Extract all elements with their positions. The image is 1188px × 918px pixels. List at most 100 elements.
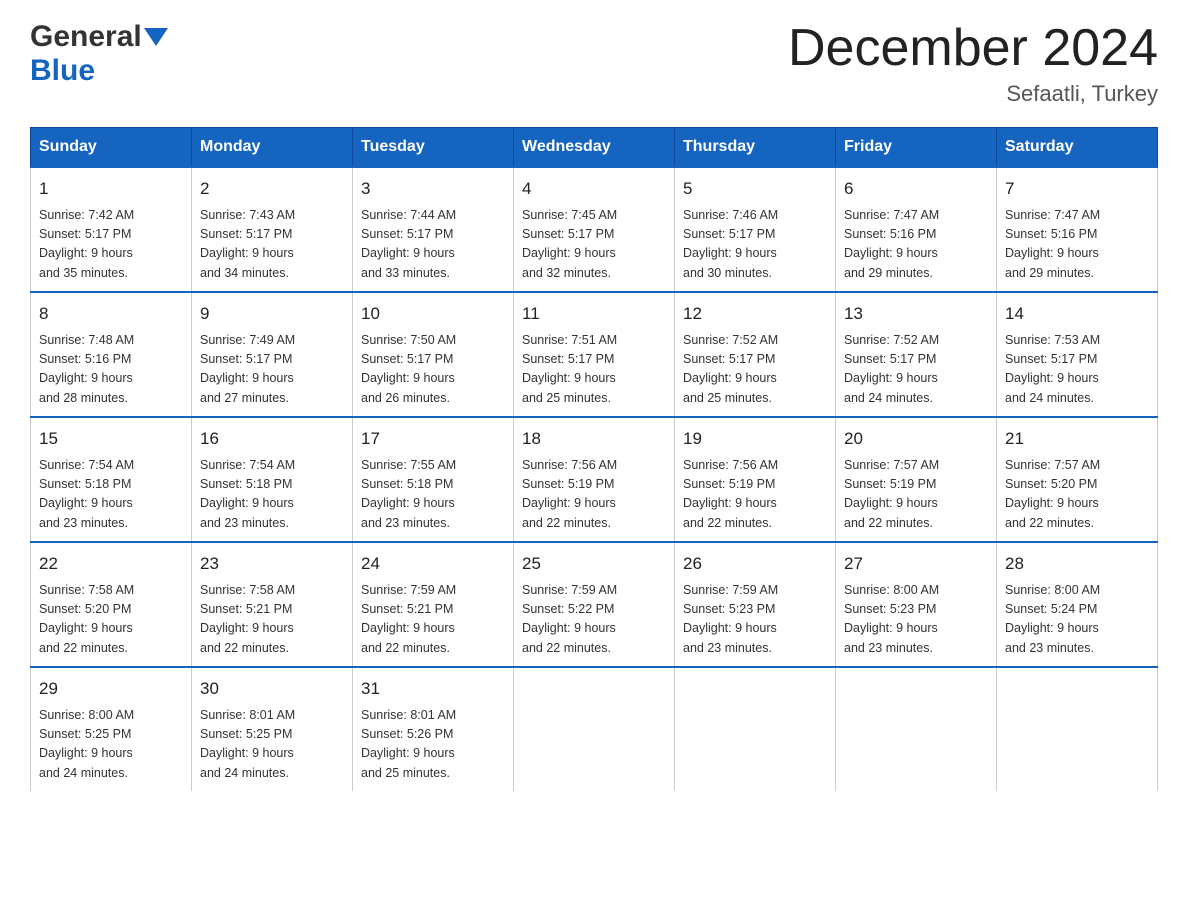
location-subtitle: Sefaatli, Turkey: [788, 81, 1158, 107]
calendar-cell: 22 Sunrise: 7:58 AM Sunset: 5:20 PM Dayl…: [31, 542, 192, 667]
day-header-tuesday: Tuesday: [353, 128, 514, 168]
calendar-cell: 16 Sunrise: 7:54 AM Sunset: 5:18 PM Dayl…: [192, 417, 353, 542]
calendar-cell: 20 Sunrise: 7:57 AM Sunset: 5:19 PM Dayl…: [836, 417, 997, 542]
day-info: Sunrise: 7:57 AM Sunset: 5:19 PM Dayligh…: [844, 456, 988, 534]
day-number: 24: [361, 551, 505, 577]
day-info: Sunrise: 7:57 AM Sunset: 5:20 PM Dayligh…: [1005, 456, 1149, 534]
day-info: Sunrise: 7:58 AM Sunset: 5:20 PM Dayligh…: [39, 581, 183, 659]
day-info: Sunrise: 7:47 AM Sunset: 5:16 PM Dayligh…: [844, 206, 988, 284]
day-number: 4: [522, 176, 666, 202]
day-info: Sunrise: 8:01 AM Sunset: 5:25 PM Dayligh…: [200, 706, 344, 784]
calendar-cell: 2 Sunrise: 7:43 AM Sunset: 5:17 PM Dayli…: [192, 167, 353, 292]
day-number: 15: [39, 426, 183, 452]
day-info: Sunrise: 7:56 AM Sunset: 5:19 PM Dayligh…: [683, 456, 827, 534]
calendar-body: 1 Sunrise: 7:42 AM Sunset: 5:17 PM Dayli…: [31, 167, 1158, 791]
day-info: Sunrise: 7:59 AM Sunset: 5:21 PM Dayligh…: [361, 581, 505, 659]
week-row-1: 1 Sunrise: 7:42 AM Sunset: 5:17 PM Dayli…: [31, 167, 1158, 292]
calendar-cell: 8 Sunrise: 7:48 AM Sunset: 5:16 PM Dayli…: [31, 292, 192, 417]
day-number: 5: [683, 176, 827, 202]
day-info: Sunrise: 7:47 AM Sunset: 5:16 PM Dayligh…: [1005, 206, 1149, 284]
calendar-cell: 3 Sunrise: 7:44 AM Sunset: 5:17 PM Dayli…: [353, 167, 514, 292]
calendar-cell: 9 Sunrise: 7:49 AM Sunset: 5:17 PM Dayli…: [192, 292, 353, 417]
day-info: Sunrise: 7:43 AM Sunset: 5:17 PM Dayligh…: [200, 206, 344, 284]
day-number: 6: [844, 176, 988, 202]
calendar-cell: 11 Sunrise: 7:51 AM Sunset: 5:17 PM Dayl…: [514, 292, 675, 417]
calendar-cell: 13 Sunrise: 7:52 AM Sunset: 5:17 PM Dayl…: [836, 292, 997, 417]
title-area: December 2024 Sefaatli, Turkey: [788, 20, 1158, 107]
calendar-cell: 24 Sunrise: 7:59 AM Sunset: 5:21 PM Dayl…: [353, 542, 514, 667]
day-info: Sunrise: 7:48 AM Sunset: 5:16 PM Dayligh…: [39, 331, 183, 409]
day-number: 9: [200, 301, 344, 327]
day-number: 8: [39, 301, 183, 327]
day-number: 28: [1005, 551, 1149, 577]
day-info: Sunrise: 8:00 AM Sunset: 5:23 PM Dayligh…: [844, 581, 988, 659]
day-info: Sunrise: 7:59 AM Sunset: 5:22 PM Dayligh…: [522, 581, 666, 659]
day-info: Sunrise: 7:55 AM Sunset: 5:18 PM Dayligh…: [361, 456, 505, 534]
day-info: Sunrise: 7:51 AM Sunset: 5:17 PM Dayligh…: [522, 331, 666, 409]
page-header: General Blue December 2024 Sefaatli, Tur…: [30, 20, 1158, 107]
week-row-3: 15 Sunrise: 7:54 AM Sunset: 5:18 PM Dayl…: [31, 417, 1158, 542]
day-number: 7: [1005, 176, 1149, 202]
calendar-table: SundayMondayTuesdayWednesdayThursdayFrid…: [30, 127, 1158, 791]
calendar-cell: 30 Sunrise: 8:01 AM Sunset: 5:25 PM Dayl…: [192, 667, 353, 791]
calendar-cell: 14 Sunrise: 7:53 AM Sunset: 5:17 PM Dayl…: [997, 292, 1158, 417]
day-header-monday: Monday: [192, 128, 353, 168]
day-number: 11: [522, 301, 666, 327]
calendar-cell: 26 Sunrise: 7:59 AM Sunset: 5:23 PM Dayl…: [675, 542, 836, 667]
logo-arrow-icon: [144, 28, 168, 46]
day-info: Sunrise: 7:56 AM Sunset: 5:19 PM Dayligh…: [522, 456, 666, 534]
day-info: Sunrise: 8:01 AM Sunset: 5:26 PM Dayligh…: [361, 706, 505, 784]
day-info: Sunrise: 7:49 AM Sunset: 5:17 PM Dayligh…: [200, 331, 344, 409]
day-info: Sunrise: 7:45 AM Sunset: 5:17 PM Dayligh…: [522, 206, 666, 284]
day-info: Sunrise: 7:58 AM Sunset: 5:21 PM Dayligh…: [200, 581, 344, 659]
week-row-5: 29 Sunrise: 8:00 AM Sunset: 5:25 PM Dayl…: [31, 667, 1158, 791]
day-header-saturday: Saturday: [997, 128, 1158, 168]
day-info: Sunrise: 7:44 AM Sunset: 5:17 PM Dayligh…: [361, 206, 505, 284]
day-number: 25: [522, 551, 666, 577]
day-info: Sunrise: 7:53 AM Sunset: 5:17 PM Dayligh…: [1005, 331, 1149, 409]
day-number: 27: [844, 551, 988, 577]
day-number: 22: [39, 551, 183, 577]
logo: General Blue: [30, 20, 168, 88]
calendar-cell: 6 Sunrise: 7:47 AM Sunset: 5:16 PM Dayli…: [836, 167, 997, 292]
calendar-cell: 17 Sunrise: 7:55 AM Sunset: 5:18 PM Dayl…: [353, 417, 514, 542]
calendar-cell: 29 Sunrise: 8:00 AM Sunset: 5:25 PM Dayl…: [31, 667, 192, 791]
day-number: 19: [683, 426, 827, 452]
day-number: 3: [361, 176, 505, 202]
calendar-cell: 1 Sunrise: 7:42 AM Sunset: 5:17 PM Dayli…: [31, 167, 192, 292]
month-title: December 2024: [788, 20, 1158, 77]
calendar-cell: 23 Sunrise: 7:58 AM Sunset: 5:21 PM Dayl…: [192, 542, 353, 667]
logo-general-text: General: [30, 20, 142, 54]
day-number: 13: [844, 301, 988, 327]
calendar-cell: 4 Sunrise: 7:45 AM Sunset: 5:17 PM Dayli…: [514, 167, 675, 292]
calendar-cell: 5 Sunrise: 7:46 AM Sunset: 5:17 PM Dayli…: [675, 167, 836, 292]
calendar-cell: 12 Sunrise: 7:52 AM Sunset: 5:17 PM Dayl…: [675, 292, 836, 417]
day-header-thursday: Thursday: [675, 128, 836, 168]
calendar-cell: 27 Sunrise: 8:00 AM Sunset: 5:23 PM Dayl…: [836, 542, 997, 667]
day-number: 21: [1005, 426, 1149, 452]
day-number: 2: [200, 176, 344, 202]
day-info: Sunrise: 7:52 AM Sunset: 5:17 PM Dayligh…: [683, 331, 827, 409]
day-info: Sunrise: 8:00 AM Sunset: 5:25 PM Dayligh…: [39, 706, 183, 784]
week-row-4: 22 Sunrise: 7:58 AM Sunset: 5:20 PM Dayl…: [31, 542, 1158, 667]
day-info: Sunrise: 7:42 AM Sunset: 5:17 PM Dayligh…: [39, 206, 183, 284]
day-info: Sunrise: 7:54 AM Sunset: 5:18 PM Dayligh…: [39, 456, 183, 534]
day-number: 30: [200, 676, 344, 702]
day-header-friday: Friday: [836, 128, 997, 168]
calendar-cell: 18 Sunrise: 7:56 AM Sunset: 5:19 PM Dayl…: [514, 417, 675, 542]
day-header-wednesday: Wednesday: [514, 128, 675, 168]
day-number: 16: [200, 426, 344, 452]
calendar-header: SundayMondayTuesdayWednesdayThursdayFrid…: [31, 128, 1158, 168]
day-number: 18: [522, 426, 666, 452]
calendar-cell: 31 Sunrise: 8:01 AM Sunset: 5:26 PM Dayl…: [353, 667, 514, 791]
day-number: 14: [1005, 301, 1149, 327]
day-number: 31: [361, 676, 505, 702]
day-number: 20: [844, 426, 988, 452]
calendar-cell: 21 Sunrise: 7:57 AM Sunset: 5:20 PM Dayl…: [997, 417, 1158, 542]
calendar-cell: 25 Sunrise: 7:59 AM Sunset: 5:22 PM Dayl…: [514, 542, 675, 667]
day-info: Sunrise: 7:52 AM Sunset: 5:17 PM Dayligh…: [844, 331, 988, 409]
day-info: Sunrise: 7:46 AM Sunset: 5:17 PM Dayligh…: [683, 206, 827, 284]
calendar-cell: 19 Sunrise: 7:56 AM Sunset: 5:19 PM Dayl…: [675, 417, 836, 542]
logo-blue-text: Blue: [30, 54, 95, 88]
day-number: 1: [39, 176, 183, 202]
